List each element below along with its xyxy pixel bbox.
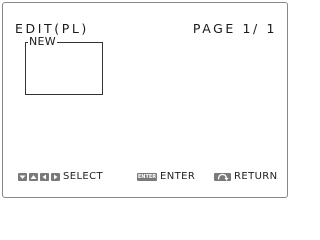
page-indicator: PAGE 1/ 1 xyxy=(192,21,277,36)
playlist-box: NEW xyxy=(25,36,103,95)
arrow-left-icon xyxy=(40,173,49,181)
arrow-up-icon xyxy=(29,173,38,181)
enter-key-icon: ENTER xyxy=(137,173,157,181)
arrow-right-icon xyxy=(51,173,60,181)
arrow-down-icon xyxy=(18,173,27,181)
menu-title: EDIT(PL) xyxy=(15,21,89,36)
list-item-new[interactable]: NEW xyxy=(28,36,57,47)
select-label: SELECT xyxy=(63,171,104,182)
return-label: RETURN xyxy=(234,171,278,182)
enter-label: ENTER xyxy=(160,171,196,182)
button-guide: SELECT ENTER ENTER RETURN xyxy=(3,171,287,185)
osd-screen: EDIT(PL) PAGE 1/ 1 NEW SELECT ENTER ENTE… xyxy=(2,2,288,198)
return-key-icon xyxy=(214,173,231,181)
